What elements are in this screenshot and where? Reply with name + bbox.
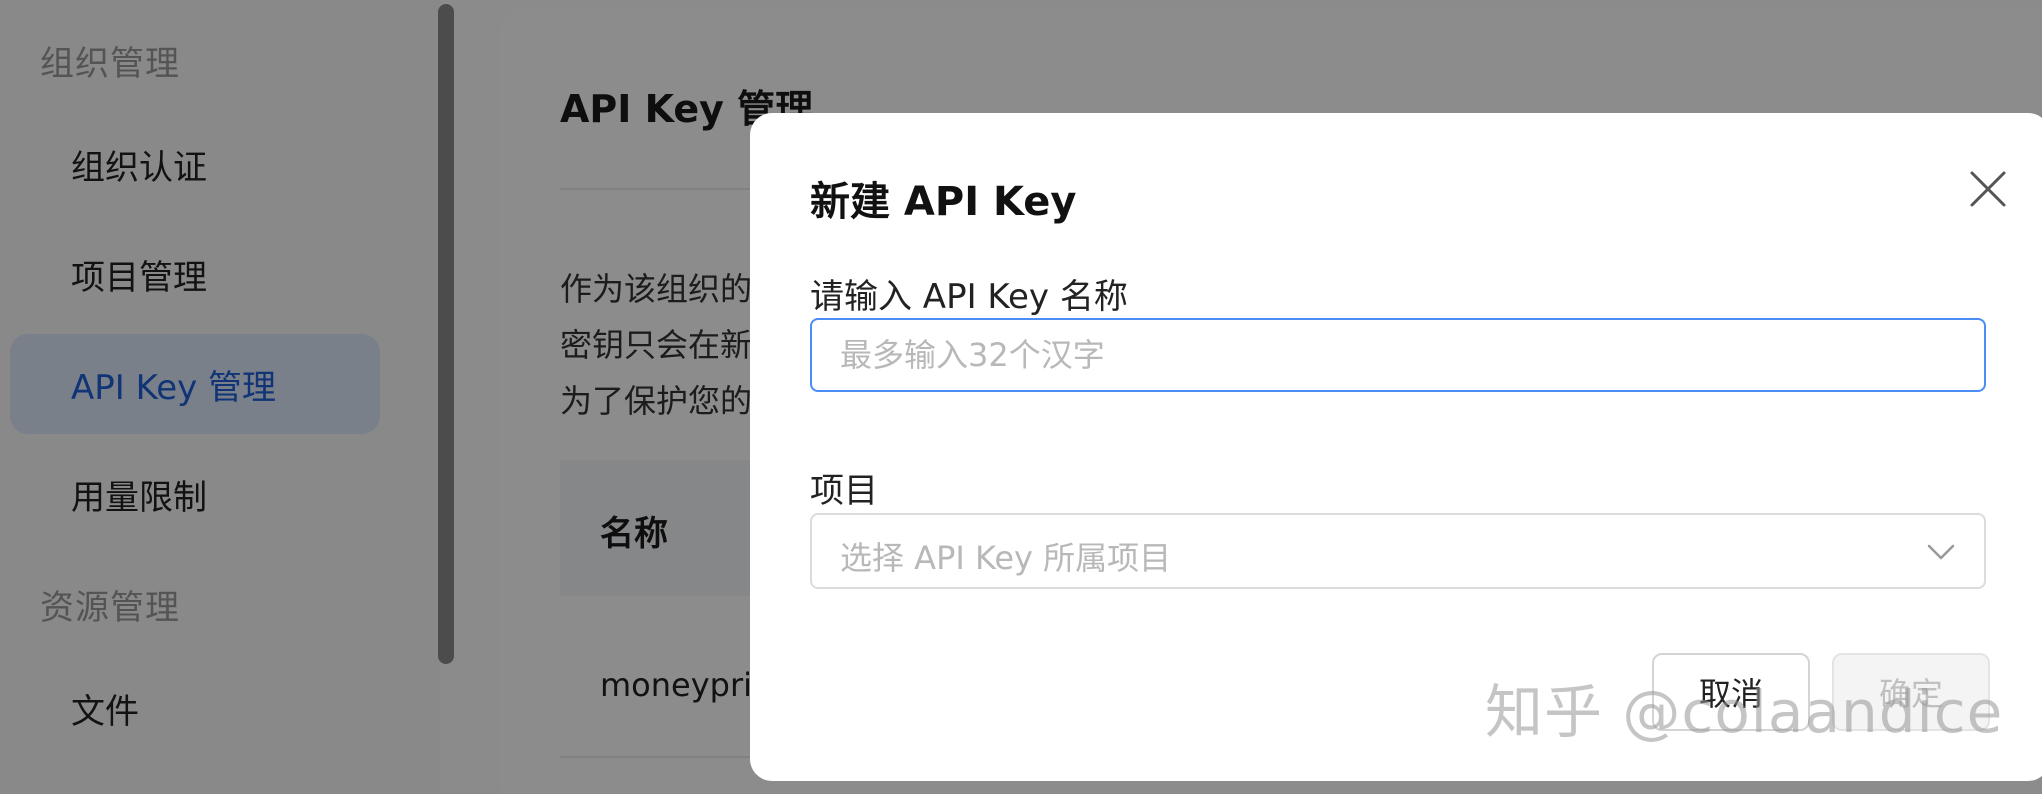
cancel-button[interactable]: 取消 [1652, 653, 1810, 731]
confirm-button[interactable]: 确定 [1832, 653, 1990, 731]
project-select[interactable]: 选择 API Key 所属项目 [810, 513, 1986, 589]
project-select-placeholder: 选择 API Key 所属项目 [840, 539, 1172, 577]
page: 组织管理 组织认证 项目管理 API Key 管理 用量限制 资源管理 文件 A… [0, 0, 2042, 794]
chevron-down-icon [1927, 544, 1955, 560]
new-api-key-dialog: 新建 API Key 请输入 API Key 名称 项目 选择 API Key … [750, 113, 2042, 781]
project-label: 项目 [810, 471, 878, 511]
close-icon [1970, 171, 2006, 207]
close-button[interactable] [1958, 159, 2018, 219]
api-key-name-input[interactable] [810, 318, 1986, 392]
dialog-title: 新建 API Key [810, 179, 1077, 225]
api-key-name-label: 请输入 API Key 名称 [810, 277, 1128, 317]
